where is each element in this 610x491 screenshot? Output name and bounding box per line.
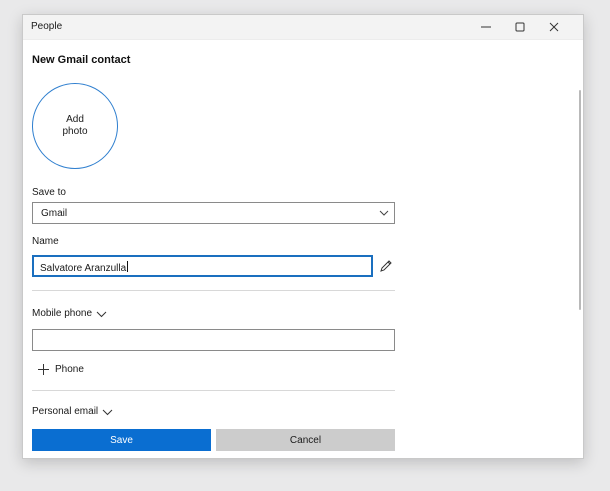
add-photo-button[interactable]: Add photo <box>32 83 118 169</box>
chevron-down-icon <box>102 409 113 415</box>
page-title: New Gmail contact <box>32 54 131 66</box>
name-input[interactable]: Salvatore Aranzulla <box>32 255 373 277</box>
save-button[interactable]: Save <box>32 429 211 451</box>
save-to-label: Save to <box>32 187 66 198</box>
chevron-down-icon <box>96 311 107 317</box>
add-phone-label: Phone <box>55 364 84 375</box>
maximize-button[interactable] <box>503 15 537 39</box>
app-title: People <box>31 21 63 32</box>
close-icon <box>549 22 559 32</box>
personal-email-label: Personal email <box>32 406 99 417</box>
mobile-phone-type-dropdown[interactable]: Mobile phone <box>32 308 107 319</box>
divider <box>32 390 395 391</box>
minimize-icon <box>481 26 491 28</box>
minimize-button[interactable] <box>469 15 503 39</box>
name-label: Name <box>32 236 59 247</box>
add-phone-button[interactable]: Phone <box>38 364 84 375</box>
name-value: Salvatore Aranzulla <box>40 263 127 274</box>
cancel-button[interactable]: Cancel <box>216 429 395 451</box>
scrollbar[interactable] <box>579 90 581 310</box>
save-to-value: Gmail <box>41 208 68 219</box>
people-window: People New Gmail contact Add photo Save … <box>22 14 584 459</box>
chevron-down-icon <box>379 210 389 216</box>
personal-email-type-dropdown[interactable]: Personal email <box>32 406 113 417</box>
save-to-select[interactable]: Gmail <box>32 202 395 224</box>
text-caret <box>127 261 129 272</box>
maximize-icon <box>515 22 525 32</box>
title-bar: People <box>23 15 583 40</box>
mobile-phone-input[interactable] <box>32 329 395 351</box>
mobile-phone-label: Mobile phone <box>32 308 93 319</box>
pencil-icon[interactable] <box>379 259 393 273</box>
divider <box>32 290 395 291</box>
contact-form: New Gmail contact Add photo Save to Gmai… <box>23 40 583 458</box>
plus-icon <box>38 364 49 375</box>
close-button[interactable] <box>537 15 571 39</box>
